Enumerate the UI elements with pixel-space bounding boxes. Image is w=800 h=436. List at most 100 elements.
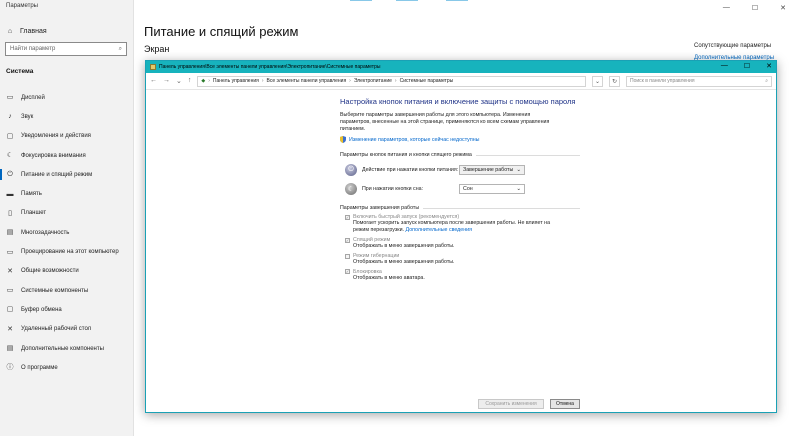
settings-search-input[interactable]: Найти параметр ⌕ — [5, 42, 127, 56]
sidebar-item[interactable]: ⓘ О программе — [0, 358, 134, 377]
cancel-button[interactable]: Отмена — [550, 399, 580, 409]
search-icon: ⌕ — [765, 78, 768, 84]
sidebar-item-label: Многозадачность — [21, 229, 70, 236]
sidebar-item[interactable]: ▯ Планшет — [0, 204, 134, 223]
sidebar-item-label: Питание и спящий режим — [21, 171, 93, 178]
sleep-button-setting: ☾ При нажатии кнопки сна: Сон ⌄ — [340, 182, 580, 196]
sidebar-item[interactable]: ▤ Многозадачность — [0, 223, 134, 242]
sidebar-item[interactable]: ▭ Проецирование на этот компьютер — [0, 242, 134, 261]
lock-option: ✓ Блокировка Отображать в меню аватара. — [345, 269, 580, 282]
power-icon: ⏻ — [7, 171, 13, 179]
sleep-button-dropdown[interactable]: Сон ⌄ — [459, 184, 525, 195]
section-subheading: Экран — [144, 44, 170, 54]
sidebar-item[interactable]: ▢ Уведомления и действия — [0, 127, 134, 146]
sidebar-item-label: Удаленный рабочий стол — [21, 326, 92, 333]
sleep-option: ✓ Спящий режим Отображать в меню заверше… — [345, 237, 580, 250]
control-panel-window: Панель управления\Все элементы панели уп… — [145, 60, 777, 413]
sidebar-item[interactable]: ▤ Дополнительные компоненты — [0, 339, 134, 358]
sidebar-item[interactable]: ☾ Фокусировка внимания — [0, 146, 134, 165]
admin-link-label: Изменение параметров, которые сейчас нед… — [349, 136, 480, 143]
sidebar-item[interactable]: ▭ Системные компоненты — [0, 281, 134, 300]
breadcrumb-item[interactable]: Электропитание — [354, 78, 392, 84]
cp-close-button[interactable]: ✕ — [766, 62, 772, 70]
focus-moon-icon: ☾ — [6, 152, 14, 160]
forward-arrow-icon[interactable]: → — [163, 77, 170, 85]
sidebar-item[interactable]: ✕ Общие возможности — [0, 262, 134, 281]
cp-titlebar: Панель управления\Все элементы панели уп… — [146, 61, 776, 73]
control-panel-icon — [150, 64, 156, 70]
page-title: Питание и спящий режим — [144, 24, 299, 39]
change-unavailable-settings-link[interactable]: Изменение параметров, которые сейчас нед… — [340, 136, 580, 144]
remote-desktop-icon: ✕ — [7, 325, 13, 333]
power-button-setting: ⏻ Действие при нажатии кнопки питания: З… — [340, 163, 580, 177]
fast-startup-option: ✓ Включить быстрый запуск (рекомендуется… — [345, 214, 580, 234]
more-info-link[interactable]: Дополнительные сведения — [406, 227, 472, 233]
search-placeholder: Найти параметр — [10, 46, 56, 52]
related-settings-heading: Сопутствующие параметры — [694, 43, 772, 49]
sidebar-item[interactable]: ⏻ Питание и спящий режим — [0, 165, 134, 184]
cp-content: Настройка кнопок питания и включение защ… — [340, 97, 580, 282]
tablet-icon: ▯ — [8, 209, 12, 217]
sidebar-item[interactable]: ▬ Память — [0, 184, 134, 203]
hibernate-checkbox[interactable] — [345, 253, 350, 259]
shutdown-settings-group-title: Параметры завершения работы — [340, 205, 580, 211]
fast-startup-checkbox[interactable]: ✓ — [345, 214, 350, 220]
display-icon: ▭ — [6, 94, 14, 102]
refresh-button[interactable]: ↻ — [609, 75, 620, 87]
home-link[interactable]: ⌂ Главная — [6, 27, 47, 35]
home-icon: ⌂ — [7, 27, 13, 35]
lock-desc: Отображать в меню аватара. — [353, 274, 425, 281]
chevron-down-icon: ⌄ — [516, 167, 521, 174]
settings-window-controls: — ☐ ✕ — [723, 4, 786, 12]
sleep-desc: Отображать в меню завершения работы. — [353, 243, 455, 250]
sidebar-item[interactable]: ✕ Удаленный рабочий стол — [0, 320, 134, 339]
cp-search-placeholder: Поиск в панели управления — [630, 78, 695, 84]
minimize-button[interactable]: — — [723, 4, 730, 12]
home-label: Главная — [20, 27, 47, 35]
search-icon: ⌕ — [118, 45, 122, 52]
power-button-dropdown[interactable]: Завершение работы ⌄ — [459, 165, 525, 176]
system-components-icon: ▭ — [6, 287, 14, 295]
cp-description: Выберите параметры завершения работы для… — [340, 112, 550, 133]
settings-window-title: Параметры — [6, 3, 38, 9]
chevron-down-icon[interactable]: ⌄ — [176, 77, 182, 85]
cp-window-title: Панель управления\Все элементы панели уп… — [159, 64, 381, 70]
back-arrow-icon[interactable]: ← — [150, 77, 157, 85]
clipboard-icon: ▢ — [6, 306, 14, 314]
breadcrumb-item[interactable]: Панель управления — [213, 78, 259, 84]
address-dropdown-button[interactable]: ⌄ — [592, 75, 603, 87]
nav-arrows: ← → ⌄ ↑ — [150, 77, 191, 85]
hibernate-desc: Отображать в меню завершения работы. — [353, 259, 455, 266]
sidebar-item-label: Дополнительные компоненты — [21, 345, 104, 352]
sleep-checkbox[interactable]: ✓ — [345, 237, 350, 243]
cp-maximize-button[interactable]: ☐ — [744, 62, 750, 70]
save-changes-button[interactable]: Сохранить изменения — [478, 399, 544, 409]
address-bar[interactable]: ◆ › Панель управления › Все элементы пан… — [197, 75, 586, 87]
sidebar-item-label: О программе — [21, 364, 58, 371]
cp-minimize-button[interactable]: — — [721, 62, 728, 70]
lock-checkbox[interactable]: ✓ — [345, 269, 350, 275]
sidebar-item[interactable]: ▭ Дисплей — [0, 88, 134, 107]
uac-shield-icon — [340, 136, 346, 144]
breadcrumb-item[interactable]: Все элементы панели управления — [267, 78, 347, 84]
sidebar-item[interactable]: ♪ Звук — [0, 107, 134, 126]
cp-search-input[interactable]: Поиск в панели управления ⌕ — [626, 75, 772, 87]
sidebar-item[interactable]: ▢ Буфер обмена — [0, 300, 134, 319]
power-button-label: Действие при нажатии кнопки питания: — [362, 167, 459, 174]
sleep-button-label: При нажатии кнопки сна: — [362, 186, 424, 193]
settings-nav-list: ▭ Дисплей ♪ Звук ▢ Уведомления и действия ☾ Фок… — [0, 88, 134, 377]
sidebar-item-label: Буфер обмена — [21, 306, 62, 313]
cp-window-controls: — ☐ ✕ — [721, 62, 772, 70]
address-folder-icon: ◆ — [201, 78, 206, 84]
close-button[interactable]: ✕ — [780, 4, 786, 12]
hibernate-option: Режим гибернации Отображать в меню завер… — [345, 253, 580, 266]
breadcrumb-item[interactable]: Системные параметры — [400, 78, 454, 84]
section-title: Система — [6, 68, 34, 75]
shared-experiences-icon: ✕ — [7, 267, 13, 275]
sidebar-item-label: Системные компоненты — [21, 287, 89, 294]
multitasking-icon: ▤ — [6, 229, 14, 237]
up-arrow-icon[interactable]: ↑ — [188, 77, 192, 85]
sidebar-item-label: Общие возможности — [21, 268, 79, 275]
maximize-button[interactable]: ☐ — [752, 4, 758, 12]
sound-icon: ♪ — [8, 113, 12, 121]
